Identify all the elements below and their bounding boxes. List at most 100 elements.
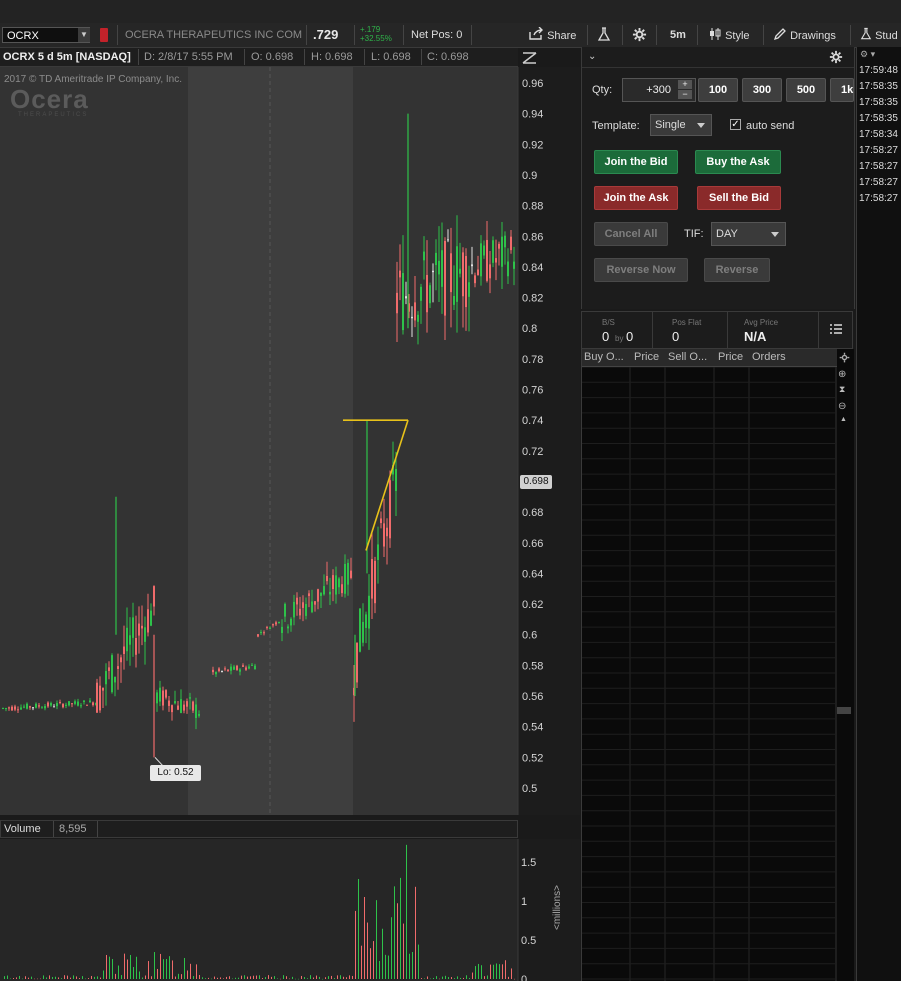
buy-ask-button[interactable]: Buy the Ask bbox=[695, 150, 781, 174]
volume-tick-label: 1 bbox=[521, 896, 527, 908]
center-icon[interactable]: ⧗ bbox=[839, 385, 845, 394]
volume-bar bbox=[427, 976, 428, 979]
candle-body bbox=[135, 638, 137, 655]
timeframe-button[interactable]: 5m bbox=[670, 27, 686, 43]
volume-bar bbox=[64, 975, 65, 979]
zoom-in-icon[interactable]: ⊕ bbox=[838, 369, 846, 380]
volume-bar bbox=[226, 976, 227, 979]
list-menu-icon[interactable] bbox=[830, 323, 842, 338]
volume-bar bbox=[163, 959, 164, 979]
symbol-input[interactable]: OCRX bbox=[2, 27, 90, 43]
volume-bar bbox=[259, 975, 260, 979]
candle-body bbox=[263, 632, 265, 634]
volume-bar bbox=[355, 910, 356, 979]
qty-preset-100[interactable]: 100 bbox=[698, 78, 738, 102]
candle-body bbox=[126, 627, 128, 652]
candle-body bbox=[456, 246, 458, 302]
share-button[interactable]: Share bbox=[528, 26, 576, 43]
join-ask-button[interactable]: Join the Ask bbox=[594, 186, 678, 210]
active-trader-panel: ⌄ Qty: +300 + − 100 300 500 1k Template:… bbox=[581, 47, 855, 309]
candle-body bbox=[251, 664, 253, 666]
volume-bar bbox=[388, 955, 389, 979]
bs-by: by bbox=[615, 334, 624, 343]
volume-bar bbox=[394, 886, 395, 979]
volume-bar bbox=[310, 975, 311, 979]
price-ladder[interactable]: Buy O... Price Sell O... Price Orders ⊕ … bbox=[581, 349, 854, 981]
candle-body bbox=[8, 707, 10, 709]
join-bid-button[interactable]: Join the Bid bbox=[594, 150, 678, 174]
qty-preset-300[interactable]: 300 bbox=[742, 78, 782, 102]
tif-select[interactable]: DAY bbox=[711, 222, 786, 246]
volume-bar bbox=[433, 977, 434, 979]
auto-send-label: auto send bbox=[746, 120, 795, 132]
volume-bar bbox=[514, 978, 515, 980]
template-select[interactable]: Single bbox=[650, 114, 712, 136]
alert-flag-icon[interactable] bbox=[100, 28, 108, 42]
candle-body bbox=[120, 657, 122, 663]
symbol-dropdown-icon[interactable]: ▼ bbox=[78, 28, 90, 42]
candle-body bbox=[236, 665, 238, 670]
volume-label: Volume bbox=[4, 823, 41, 835]
volume-bar bbox=[352, 975, 353, 979]
qty-decrement-button[interactable]: − bbox=[678, 90, 692, 99]
auto-send-checkbox[interactable]: ✓ bbox=[730, 119, 741, 130]
col-orders[interactable]: Orders bbox=[752, 351, 786, 364]
candle-body bbox=[257, 634, 259, 637]
flask-button[interactable] bbox=[597, 27, 611, 43]
candle-body bbox=[417, 314, 419, 322]
candle-body bbox=[192, 701, 194, 711]
col-sell-orders[interactable]: Sell O... bbox=[668, 351, 707, 364]
qty-increment-button[interactable]: + bbox=[678, 80, 692, 89]
reverse-now-button[interactable]: Reverse Now bbox=[594, 258, 688, 282]
candle-body bbox=[377, 544, 379, 560]
volume-chart[interactable]: 1.5 1 0.5 0 bbox=[0, 839, 580, 981]
volume-bar bbox=[430, 978, 431, 980]
ladder-settings-icon[interactable] bbox=[839, 352, 850, 366]
settings-button[interactable] bbox=[632, 27, 647, 43]
volume-bar bbox=[286, 976, 287, 979]
candle-body bbox=[171, 705, 173, 713]
volume-bar bbox=[325, 977, 326, 979]
share-icon bbox=[529, 26, 543, 40]
candle-body bbox=[29, 706, 31, 708]
gear-icon bbox=[829, 50, 843, 64]
candle-body bbox=[426, 274, 428, 313]
volume-bar bbox=[475, 966, 476, 979]
col-price-ask[interactable]: Price bbox=[718, 351, 743, 364]
volume-bar bbox=[502, 964, 503, 979]
col-buy-orders[interactable]: Buy O... bbox=[584, 351, 624, 364]
volume-bar bbox=[478, 963, 479, 979]
style-button[interactable]: Style bbox=[708, 27, 750, 43]
zoom-out-icon[interactable]: ⊖ bbox=[838, 401, 846, 412]
qty-preset-1k[interactable]: 1k bbox=[830, 78, 854, 102]
volume-bar bbox=[268, 975, 269, 979]
ts-settings-icon[interactable]: ⚙ ▾ bbox=[860, 49, 875, 60]
candle-body bbox=[174, 701, 176, 704]
volume-bar bbox=[133, 966, 134, 979]
expand-chart-icon[interactable] bbox=[520, 50, 540, 66]
volume-bar bbox=[28, 977, 29, 979]
candle-body bbox=[242, 665, 244, 667]
volume-bar bbox=[442, 976, 443, 979]
cancel-all-button[interactable]: Cancel All bbox=[594, 222, 668, 246]
price-chart[interactable]: 0.96 0.94 0.92 0.9 0.88 0.86 0.84 0.82 0.8 0.78 0.… bbox=[0, 67, 580, 817]
volume-bar bbox=[109, 956, 110, 979]
candle-body bbox=[132, 617, 134, 638]
col-price-bid[interactable]: Price bbox=[634, 351, 659, 364]
scroll-up-icon[interactable]: ▲ bbox=[840, 416, 847, 423]
template-label: Template: bbox=[592, 120, 640, 132]
sell-bid-button[interactable]: Sell the Bid bbox=[697, 186, 781, 210]
reverse-button[interactable]: Reverse bbox=[704, 258, 770, 282]
candle-body bbox=[102, 687, 104, 691]
collapse-chevron-icon[interactable]: ⌄ bbox=[588, 51, 596, 62]
y-tick-label: 0.8 bbox=[522, 323, 537, 335]
qty-preset-500[interactable]: 500 bbox=[786, 78, 826, 102]
candle-body bbox=[474, 275, 476, 284]
drawings-button[interactable]: Drawings bbox=[773, 27, 836, 43]
candle-body bbox=[365, 614, 367, 628]
volume-bar bbox=[484, 976, 485, 979]
candle-body bbox=[141, 625, 143, 629]
trader-settings-icon[interactable] bbox=[829, 50, 843, 67]
studies-button[interactable]: Stud bbox=[860, 27, 898, 43]
ladder-scroll-handle[interactable] bbox=[837, 707, 851, 714]
